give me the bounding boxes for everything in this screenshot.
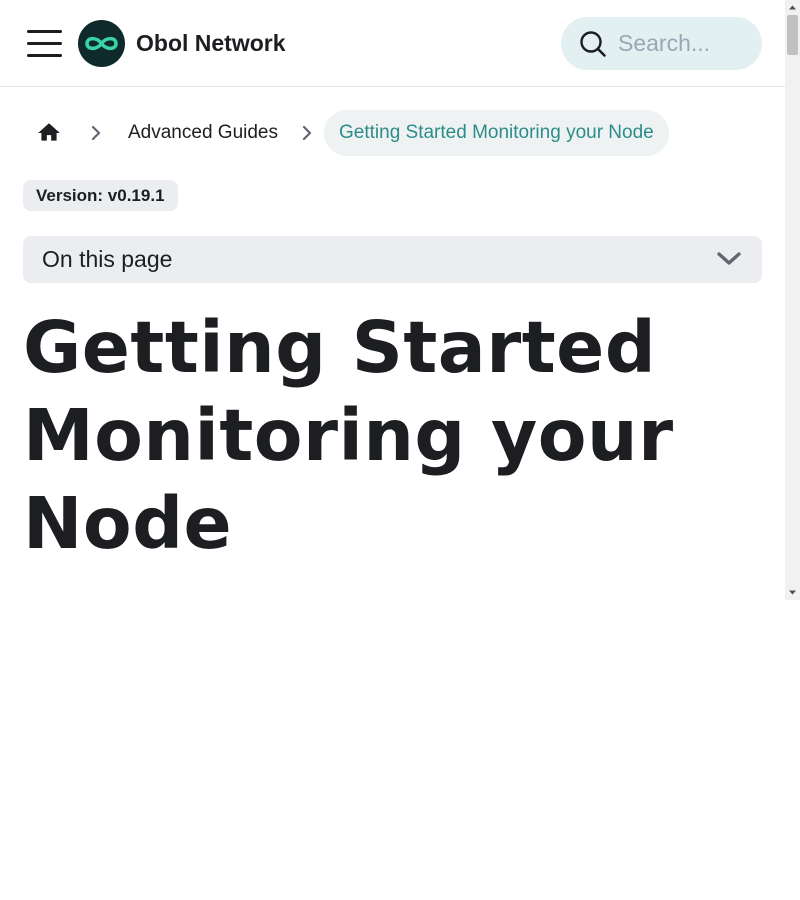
search-box[interactable] <box>561 17 762 70</box>
page-title: Getting Started Monitoring your Node <box>23 306 674 565</box>
search-input[interactable] <box>618 29 754 58</box>
page-viewport: Obol Network Advanced Guides Getting Sta… <box>0 0 785 600</box>
chevron-down-icon <box>717 252 741 265</box>
navbar: Obol Network <box>0 0 785 87</box>
scrollbar-thumb[interactable] <box>787 15 798 55</box>
chevron-right-icon <box>91 125 101 141</box>
brand-title[interactable]: Obol Network <box>136 30 286 57</box>
scroll-up-arrow-icon[interactable] <box>785 0 800 15</box>
search-icon <box>580 31 606 57</box>
breadcrumb-advanced-guides[interactable]: Advanced Guides <box>128 110 278 156</box>
home-icon[interactable] <box>36 120 62 146</box>
scroll-down-arrow-icon[interactable] <box>785 585 800 600</box>
version-badge: Version: v0.19.1 <box>23 180 178 211</box>
hamburger-menu-icon[interactable] <box>24 24 66 62</box>
on-this-page-toggle[interactable]: On this page <box>23 236 762 283</box>
vertical-scrollbar[interactable] <box>785 0 800 600</box>
infinity-logo-icon[interactable] <box>78 20 125 67</box>
chevron-right-icon <box>302 125 312 141</box>
on-this-page-label: On this page <box>42 246 173 272</box>
breadcrumb-current-page: Getting Started Monitoring your Node <box>324 110 669 156</box>
